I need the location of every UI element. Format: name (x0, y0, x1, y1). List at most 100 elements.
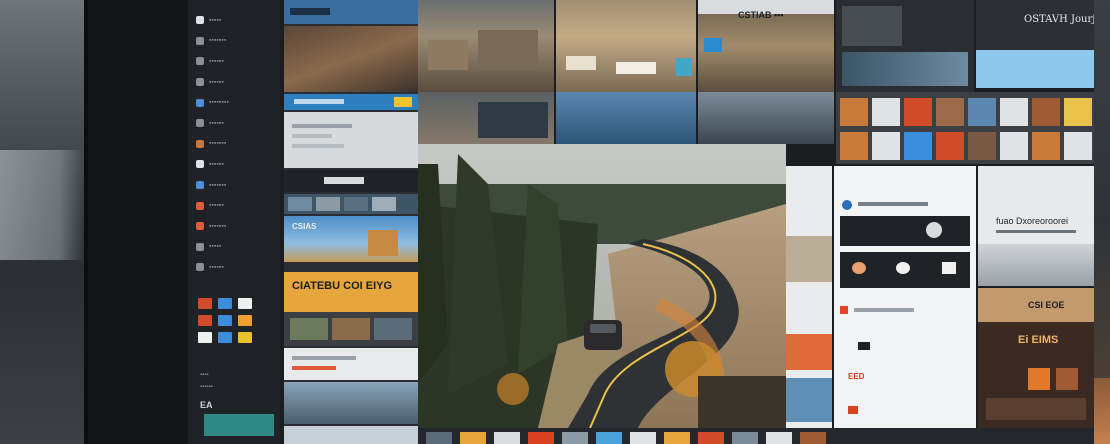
mosaic-thumbnail[interactable] (1064, 98, 1092, 126)
thumbnail-bridge[interactable] (698, 92, 834, 144)
top-right-title: CSTIAB ▪▪▪ (738, 10, 784, 20)
column-two: CSIAS CIATEBU COI EIYG (284, 0, 418, 444)
sidebar-item[interactable]: ▪▪▪▪▪▪ (196, 113, 274, 134)
app-tile-icon[interactable] (198, 298, 212, 309)
sidebar-item-label: ▪▪▪▪▪▪▪ (209, 222, 227, 230)
thumbnail-blue-bar[interactable] (284, 94, 418, 110)
right-grid-subtitle: Ei EIMS (1018, 334, 1059, 346)
sidebar-item[interactable]: ▪▪▪▪▪▪▪ (196, 216, 274, 237)
mosaic-thumbnail[interactable] (904, 132, 932, 160)
thumbnail-landscape[interactable] (284, 382, 418, 424)
sidebar-item[interactable]: ▪▪▪▪▪▪▪ (196, 134, 274, 155)
thumbnail-street-2[interactable] (556, 0, 696, 92)
sidebar-item-label: ▪▪▪▪▪▪ (209, 78, 225, 86)
mosaic-thumbnail[interactable] (968, 98, 996, 126)
sidebar-nav: ▪▪▪▪▪ ▪▪▪▪▪▪▪ ▪▪▪▪▪▪ ▪▪▪▪▪▪ ▪▪▪▪▪▪▪▪ ▪▪▪▪▪▪ ▪▪… (196, 10, 274, 278)
thumbnail-top-right[interactable]: CSTIAB ▪▪▪ (698, 0, 834, 92)
mosaic-thumbnail[interactable] (872, 132, 900, 160)
promo-banner-photos[interactable] (284, 312, 418, 346)
strip-thumbnail[interactable] (630, 432, 656, 444)
mosaic-thumbnail[interactable] (1032, 132, 1060, 160)
sidebar-item[interactable]: ▪▪▪▪▪▪ (196, 257, 274, 278)
mosaic-thumbnail[interactable] (872, 98, 900, 126)
sidebar-item[interactable]: ▪▪▪▪▪▪ (196, 51, 274, 72)
app-tile-icon[interactable] (238, 315, 252, 326)
thumbnail-narrow-column[interactable] (786, 166, 832, 428)
road-image (418, 144, 786, 428)
mosaic-thumbnail[interactable] (840, 132, 868, 160)
sidebar-item-label: ▪▪▪▪▪▪▪ (209, 181, 227, 189)
strip-thumbnail[interactable] (664, 432, 690, 444)
strip-thumbnail[interactable] (698, 432, 724, 444)
thumbnail-bottom[interactable] (284, 426, 418, 444)
sidebar-item[interactable]: ▪▪▪▪▪▪ (196, 154, 274, 175)
strip-thumbnail[interactable] (460, 432, 486, 444)
mosaic-thumbnail[interactable] (840, 98, 868, 126)
strip-thumbnail[interactable] (732, 432, 758, 444)
sidebar-item[interactable]: ▪▪▪▪▪▪ (196, 195, 274, 216)
thumbnail-header-bar[interactable] (284, 0, 418, 24)
thumbnail-grey-card[interactable] (284, 112, 418, 168)
sidebar-item-icon (196, 222, 204, 231)
sidebar-item-icon (196, 139, 204, 148)
thumbnail-dark-article[interactable] (836, 0, 974, 92)
mosaic-thumbnail[interactable] (936, 132, 964, 160)
app-tile-icon[interactable] (198, 332, 212, 343)
car (584, 320, 622, 350)
strip-thumbnail[interactable] (800, 432, 826, 444)
strip-thumbnail[interactable] (766, 432, 792, 444)
mosaic-thumbnail[interactable] (904, 98, 932, 126)
sidebar-item-icon (196, 242, 204, 251)
sidebar-item[interactable]: ▪▪▪▪▪▪ (196, 72, 274, 93)
thumbnail-mosaic[interactable] (836, 92, 1094, 164)
promo-banner[interactable]: CIATEBU COI EIYG (284, 272, 418, 312)
sidebar-item[interactable]: ▪▪▪▪▪▪▪ (196, 31, 274, 52)
monitor: ▪▪▪▪▪ ▪▪▪▪▪▪▪ ▪▪▪▪▪▪ ▪▪▪▪▪▪ ▪▪▪▪▪▪▪▪ ▪▪▪▪▪▪ ▪▪… (84, 0, 1094, 444)
sidebar-item[interactable]: ▪▪▪▪▪▪▪ (196, 175, 274, 196)
right-grid-card[interactable]: CSI EOE Ei EIMS (978, 288, 1094, 428)
brand-header[interactable]: OSTAVH Jourj (976, 0, 1094, 50)
thumbnail-photo-strip[interactable] (284, 194, 418, 214)
sidebar-item-icon (196, 16, 204, 25)
mosaic-thumbnail[interactable] (1032, 98, 1060, 126)
mosaic-thumbnail[interactable] (1000, 98, 1028, 126)
thumbnail-blue-water[interactable] (556, 92, 696, 144)
right-grid-title: CSI EOE (1028, 300, 1065, 310)
app-tile-icon[interactable] (218, 298, 232, 309)
thumbnail-white-card[interactable] (284, 348, 418, 380)
brand-blue-panel[interactable] (976, 50, 1094, 88)
right-article-card[interactable]: fuao Dxoreoroorei (978, 166, 1094, 286)
thumbnail-dark-bar[interactable] (284, 170, 418, 192)
sidebar-item-label: ▪▪▪▪▪▪ (209, 263, 225, 271)
mosaic-thumbnail[interactable] (1064, 132, 1092, 160)
thumbnail-warm-room[interactable] (284, 26, 418, 92)
app-tile-icon[interactable] (198, 315, 212, 326)
sidebar-item-icon (196, 263, 204, 272)
strip-thumbnail[interactable] (528, 432, 554, 444)
app-tile-icon[interactable] (238, 298, 252, 309)
sidebar-item-icon (196, 119, 204, 128)
strip-thumbnail[interactable] (426, 432, 452, 444)
strip-thumbnail[interactable] (562, 432, 588, 444)
strip-thumbnail[interactable] (596, 432, 622, 444)
sidebar-teal-bar[interactable] (204, 414, 274, 436)
hero-road-photo[interactable] (418, 144, 786, 428)
app-tile-icon[interactable] (218, 315, 232, 326)
sidebar-item[interactable]: ▪▪▪▪▪▪▪▪ (196, 92, 274, 113)
app-tile-icon[interactable] (238, 332, 252, 343)
mosaic-thumbnail[interactable] (936, 98, 964, 126)
strip-thumbnail[interactable] (494, 432, 520, 444)
sidebar-item[interactable]: ▪▪▪▪▪ (196, 237, 274, 258)
sidebar-item-label: ▪▪▪▪▪▪▪▪ (209, 99, 230, 107)
screen: ▪▪▪▪▪ ▪▪▪▪▪▪▪ ▪▪▪▪▪▪ ▪▪▪▪▪▪ ▪▪▪▪▪▪▪▪ ▪▪▪▪▪▪ ▪▪… (188, 0, 1094, 444)
thumbnail-street-3[interactable] (418, 92, 554, 144)
sidebar-footer-text: ▪▪▪▪ (200, 372, 209, 378)
thumbnail-form-panel[interactable]: EED (834, 166, 976, 428)
thumbnail-blue-card[interactable]: CSIAS (284, 216, 418, 262)
blue-card-title: CSIAS (292, 222, 317, 231)
mosaic-thumbnail[interactable] (968, 132, 996, 160)
sidebar-item[interactable]: ▪▪▪▪▪ (196, 10, 274, 31)
app-tile-icon[interactable] (218, 332, 232, 343)
mosaic-thumbnail[interactable] (1000, 132, 1028, 160)
thumbnail-street-1[interactable] (418, 0, 554, 92)
